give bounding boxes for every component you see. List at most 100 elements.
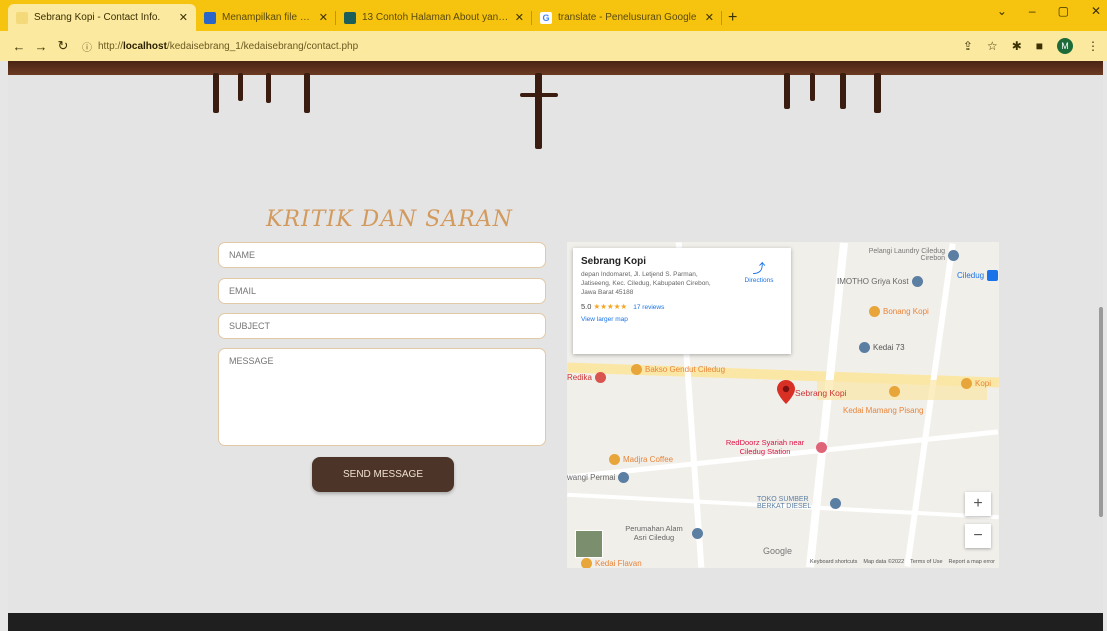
close-tab-icon[interactable]: ✕ — [319, 11, 328, 24]
google-icon: G — [540, 11, 552, 24]
reload-icon[interactable]: ↻ — [52, 38, 74, 54]
tab-menampilkan[interactable]: Menampilkan file dan folder ter... ✕ — [196, 4, 336, 31]
close-tab-icon[interactable]: ✕ — [515, 11, 524, 24]
more-menu-icon[interactable]: ⋮ — [1087, 39, 1099, 53]
subject-input[interactable] — [218, 313, 546, 339]
map-pin-icon — [859, 342, 870, 353]
email-input[interactable] — [218, 278, 546, 304]
tab-title: 13 Contoh Halaman About yang... — [362, 12, 509, 23]
poi-label: Bakso Gendut Ciledug — [645, 365, 726, 374]
site-info-icon[interactable]: ⓘ — [82, 39, 92, 54]
train-station-icon — [987, 270, 999, 281]
reviews-link[interactable]: 17 reviews — [633, 304, 664, 311]
map-poi[interactable]: Kedai Flavan — [581, 558, 642, 568]
selected-location-pin-icon[interactable] — [777, 380, 795, 404]
close-tab-icon[interactable]: ✕ — [705, 11, 714, 24]
terms-link[interactable]: Terms of Use — [910, 559, 942, 565]
form-heading: KRITIK DAN SARAN — [266, 207, 513, 232]
map-attribution: Keyboard shortcuts Map data ©2022 Terms … — [810, 559, 995, 565]
embedded-map[interactable]: Sebrang Kopi depan Indomaret, Jl. Letjen… — [567, 242, 999, 568]
street-view-thumbnail[interactable] — [575, 530, 603, 558]
poi-label: Ciledug — [957, 271, 985, 280]
map-poi[interactable]: TOKO SUMBER BERKAT DIESEL — [757, 496, 841, 510]
poi-label: TOKO SUMBER BERKAT DIESEL — [757, 496, 812, 510]
report-error-link[interactable]: Report a map error — [949, 559, 995, 565]
map-pin-icon — [618, 472, 630, 483]
poi-label: RedDoorz Syariah near Ciledug Station — [725, 438, 805, 456]
cafe-pin-icon — [889, 386, 900, 397]
map-poi[interactable]: IMOTHO Griya Kost — [837, 276, 923, 287]
tab-search-icon[interactable]: ⌄ — [997, 4, 1007, 18]
back-icon[interactable]: ← — [8, 39, 30, 54]
new-tab-button[interactable]: + — [722, 4, 743, 31]
browser-tab-bar: Sebrang Kopi - Contact Info. ✕ Menampilk… — [0, 0, 1107, 31]
directions-label: Directions — [744, 277, 774, 284]
url-host: localhost — [123, 40, 167, 52]
address-bar[interactable]: ⓘ http://localhost/kedaisebrang_1/kedais… — [82, 35, 963, 57]
message-textarea[interactable] — [218, 348, 546, 446]
maximize-icon[interactable]: ▢ — [1058, 4, 1069, 18]
map-poi[interactable]: Ciledug — [957, 270, 999, 281]
map-poi[interactable]: wangi Permai — [567, 472, 630, 483]
close-window-icon[interactable]: ✕ — [1091, 4, 1101, 18]
chair-leg-image — [304, 73, 310, 113]
send-message-button[interactable]: SEND MESSAGE — [312, 457, 454, 492]
map-poi-sebrang[interactable]: Sebrang Kopi — [795, 388, 847, 398]
tab-contoh-halaman[interactable]: 13 Contoh Halaman About yang... ✕ — [336, 4, 532, 31]
poi-label: Kedai Mamang Pisang — [843, 406, 924, 415]
zoom-out-button[interactable]: − — [965, 524, 991, 548]
page-scrollbar[interactable] — [1099, 307, 1103, 517]
map-poi[interactable] — [889, 386, 900, 397]
google-logo: Google — [763, 546, 793, 556]
chair-leg-image — [238, 73, 243, 101]
chair-leg-image — [810, 73, 815, 101]
browser-toolbar: ← → ↻ ⓘ http://localhost/kedaisebrang_1/… — [0, 31, 1107, 61]
cafe-pin-icon — [961, 378, 972, 389]
minimize-icon[interactable]: – — [1029, 4, 1036, 18]
page-favicon-icon — [16, 11, 28, 24]
toolbar-icons: ⇪ ☆ ✱ ■ M ⋮ — [963, 38, 1099, 54]
sidepanel-icon[interactable]: ■ — [1036, 39, 1043, 53]
close-tab-icon[interactable]: ✕ — [179, 11, 188, 24]
table-stand-image — [535, 73, 542, 149]
tab-translate[interactable]: G translate - Penelusuran Google ✕ — [532, 4, 722, 31]
directions-button[interactable]: ⤴ Directions — [737, 258, 781, 284]
map-poi[interactable]: Redika — [567, 372, 606, 383]
cafe-pin-icon — [609, 454, 620, 465]
map-poi[interactable]: Kedai Mamang Pisang — [843, 406, 924, 415]
place-rating: 5.0 ★★★★★ 17 reviews — [581, 302, 783, 311]
food-pin-icon — [631, 364, 642, 375]
poi-label: Madjra Coffee — [623, 455, 674, 464]
map-poi[interactable]: Bakso Gendut Ciledug — [631, 364, 725, 375]
page-favicon-icon — [344, 11, 356, 24]
tab-sebrang-kopi[interactable]: Sebrang Kopi - Contact Info. ✕ — [8, 4, 196, 31]
map-poi[interactable]: Kopi — [961, 378, 991, 389]
map-poi[interactable]: Pelangi Laundry Ciledug Cirebon — [867, 248, 959, 262]
tab-title: translate - Penelusuran Google — [558, 12, 697, 23]
share-icon[interactable]: ⇪ — [963, 39, 973, 53]
poi-label: Redika — [567, 373, 592, 382]
extensions-icon[interactable]: ✱ — [1012, 39, 1022, 53]
map-poi[interactable]: Perumahan Alam Asri Ciledug — [619, 524, 703, 542]
map-road — [904, 243, 956, 567]
page-footer — [8, 613, 1103, 631]
bookmark-star-icon[interactable]: ☆ — [987, 39, 998, 53]
zoom-in-button[interactable]: + — [965, 492, 991, 516]
poi-label: Kedai Flavan — [595, 559, 642, 568]
cafe-pin-icon — [869, 306, 880, 317]
map-poi[interactable]: RedDoorz Syariah near Ciledug Station — [717, 438, 827, 456]
tab-title: Sebrang Kopi - Contact Info. — [34, 12, 161, 23]
name-input[interactable] — [218, 242, 546, 268]
keyboard-shortcuts-link[interactable]: Keyboard shortcuts — [810, 559, 857, 565]
profile-avatar[interactable]: M — [1057, 38, 1073, 54]
map-poi[interactable]: Kedai 73 — [859, 342, 905, 353]
url-scheme: http:// — [98, 40, 124, 52]
poi-label: IMOTHO Griya Kost — [837, 277, 909, 286]
rating-stars: ★★★★★ — [593, 302, 628, 312]
map-road — [805, 242, 849, 568]
tab-title: Menampilkan file dan folder ter... — [222, 12, 313, 23]
map-poi[interactable]: Bonang Kopi — [869, 306, 929, 317]
view-larger-map-link[interactable]: View larger map — [581, 316, 783, 323]
forward-icon[interactable]: → — [30, 39, 52, 54]
map-poi[interactable]: Madjra Coffee — [609, 454, 673, 465]
